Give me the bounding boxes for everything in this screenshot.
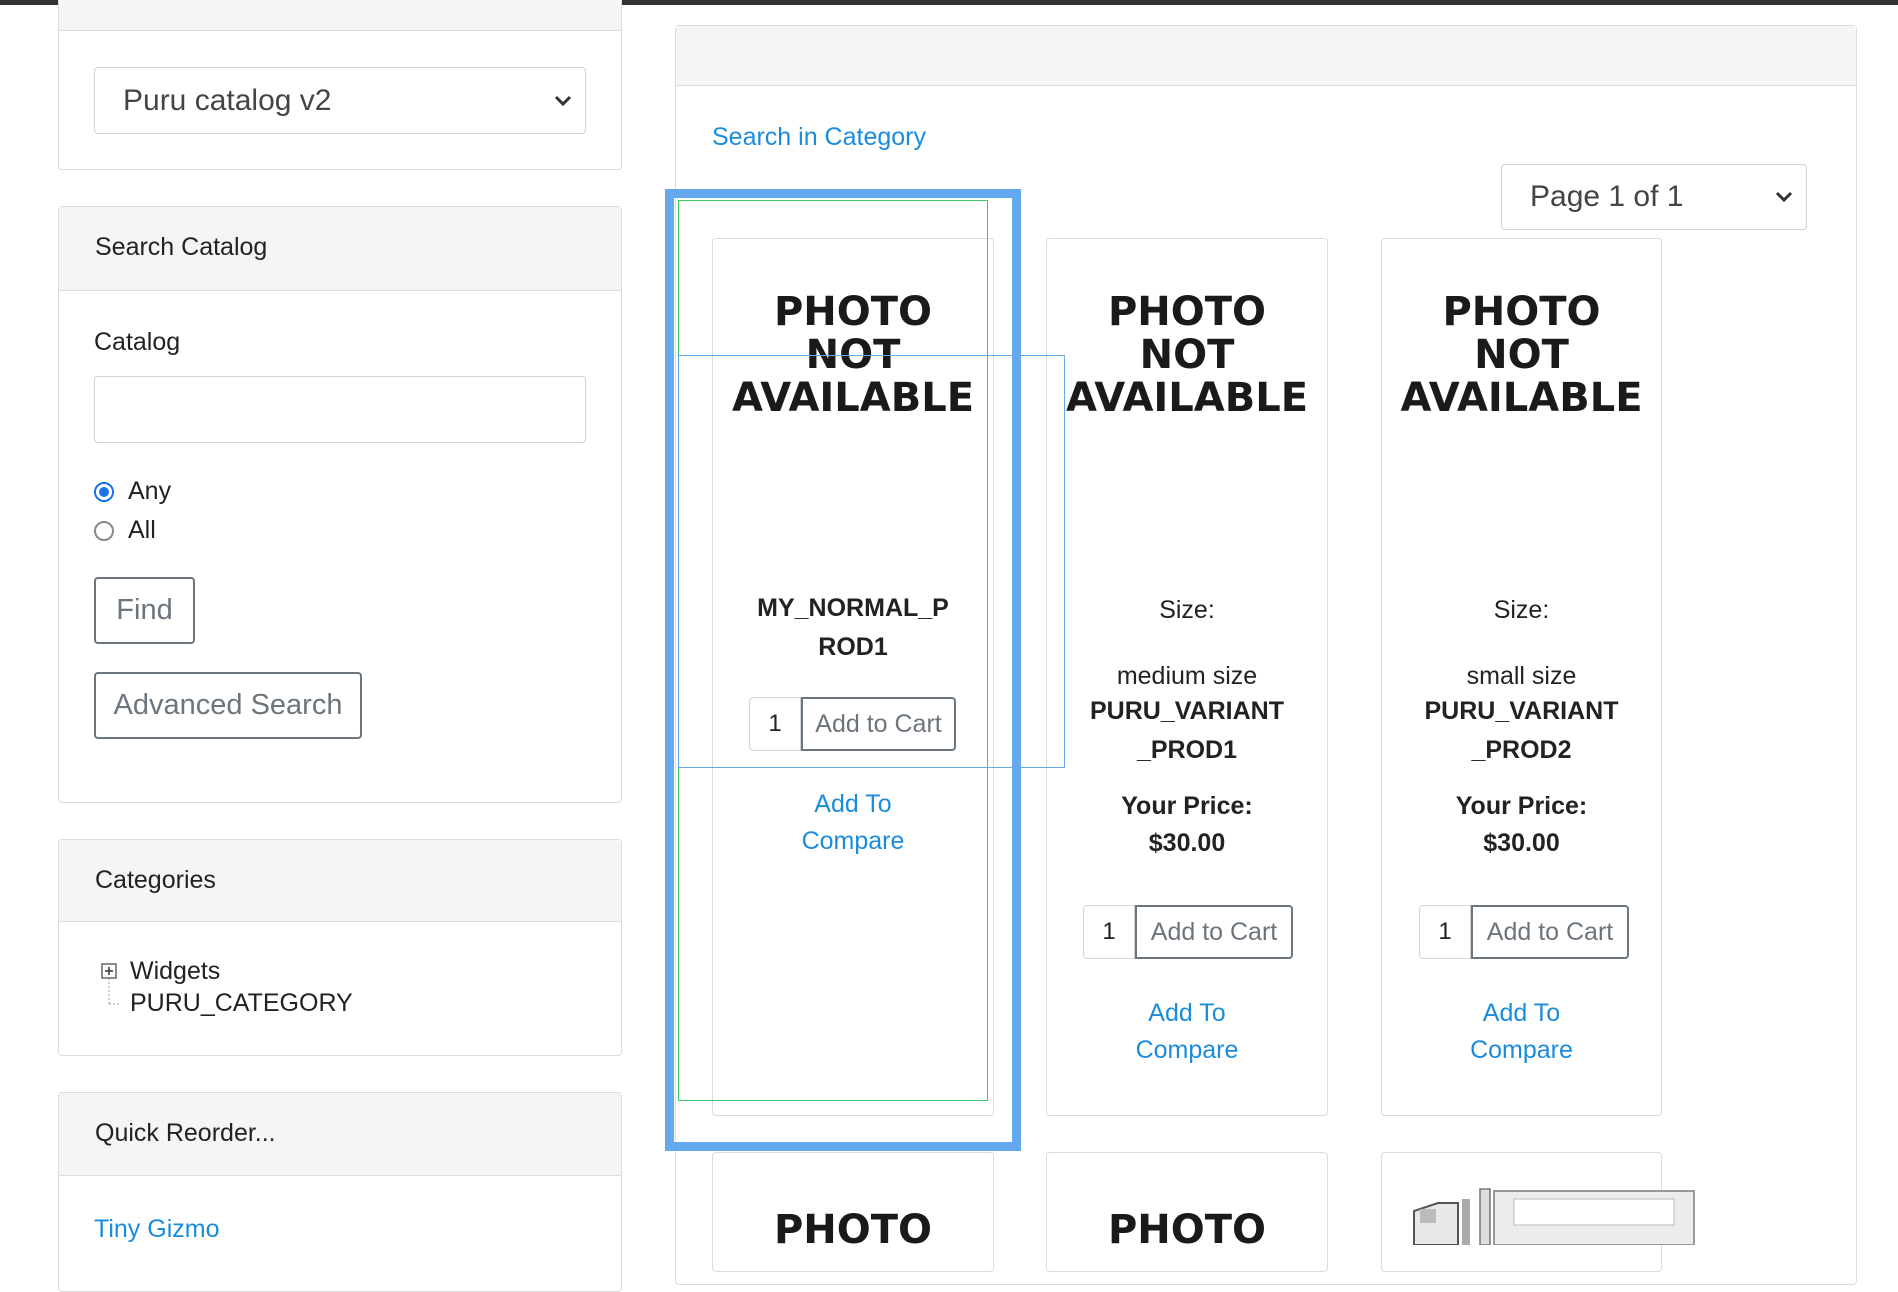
page-select-value: Page 1 of 1 bbox=[1530, 180, 1684, 213]
advanced-search-button[interactable]: Advanced Search bbox=[94, 672, 362, 739]
product-card: PHOTO bbox=[1046, 1152, 1328, 1272]
product-id[interactable]: PURU_VARIANT _PROD2 bbox=[1382, 692, 1661, 770]
product-id-line: PURU_VARIANT bbox=[1424, 697, 1619, 725]
size-value: small size bbox=[1466, 662, 1577, 690]
photo-line: PHOTO bbox=[1107, 289, 1267, 335]
categories-card: Categories bbox=[58, 839, 622, 1056]
advanced-search-label: Advanced Search bbox=[113, 689, 343, 721]
photo-line: NOT bbox=[1474, 332, 1569, 378]
size-label: Size: bbox=[1493, 596, 1550, 624]
price-label: Your Price: bbox=[1455, 792, 1588, 820]
product-card: PHOTO NOT AVAILABLE Size: medium size PU… bbox=[1046, 238, 1328, 1116]
product-card: PHOTO NOT AVAILABLE Size: small size PUR… bbox=[1381, 238, 1662, 1116]
radio-any-row[interactable]: Any bbox=[94, 477, 171, 506]
add-to-compare-link[interactable]: Add To Compare bbox=[1382, 995, 1661, 1069]
quick-reorder-item[interactable]: Tiny Gizmo bbox=[94, 1215, 219, 1244]
search-catalog-title: Search Catalog bbox=[95, 233, 268, 261]
size-label: Size: bbox=[1159, 596, 1215, 624]
add-to-cart-button[interactable]: Add to Cart bbox=[1471, 905, 1629, 959]
catalog-select[interactable]: Puru catalog v2 bbox=[94, 67, 586, 134]
compare-line: Add To bbox=[1148, 999, 1226, 1027]
price-value: $30.00 bbox=[1148, 829, 1226, 857]
quick-reorder-title: Quick Reorder... bbox=[95, 1119, 276, 1147]
product-id-line: PURU_VARIANT bbox=[1090, 697, 1284, 725]
price-value: $30.00 bbox=[1483, 829, 1560, 857]
price-label: Your Price: bbox=[1121, 792, 1253, 820]
chevron-down-icon bbox=[554, 95, 572, 106]
tree-expand-icon bbox=[101, 963, 121, 1005]
radio-all-row[interactable]: All bbox=[94, 516, 156, 545]
quantity-input[interactable]: 1 bbox=[1419, 905, 1471, 959]
catalog-select-card-header bbox=[59, 0, 621, 31]
categories-header: Categories bbox=[59, 840, 621, 922]
photo-not-available-image: PHOTO NOT AVAILABLE bbox=[1047, 291, 1327, 420]
search-in-category-link[interactable]: Search in Category bbox=[712, 123, 926, 152]
radio-all[interactable] bbox=[94, 520, 114, 541]
product-id[interactable]: PURU_VARIANT _PROD1 bbox=[1047, 692, 1327, 770]
search-catalog-header: Search Catalog bbox=[59, 207, 621, 291]
quantity-input[interactable]: 1 bbox=[1083, 905, 1135, 959]
highlight-blue-thin-box bbox=[678, 355, 1065, 768]
category-item-puru[interactable]: PURU_CATEGORY bbox=[130, 989, 353, 1018]
product-card bbox=[1381, 1152, 1695, 1272]
main-panel-header bbox=[676, 26, 1856, 86]
find-button[interactable]: Find bbox=[94, 577, 195, 644]
catalog-select-value: Puru catalog v2 bbox=[123, 83, 332, 117]
photo-line: PHOTO bbox=[1442, 289, 1601, 335]
compare-line: Compare bbox=[1470, 1036, 1573, 1064]
photo-not-available-image: PHOTO NOT AVAILABLE bbox=[1382, 291, 1661, 420]
add-to-cart-button[interactable]: Add to Cart bbox=[1135, 905, 1293, 959]
category-item-widgets[interactable]: Widgets bbox=[130, 957, 220, 986]
product-card: PHOTO bbox=[712, 1152, 994, 1272]
quick-reorder-card: Quick Reorder... bbox=[58, 1092, 622, 1292]
photo-line: AVAILABLE bbox=[1065, 375, 1309, 421]
compare-line: Compare bbox=[1135, 1036, 1239, 1064]
photo-line: PHOTO bbox=[773, 1207, 933, 1253]
truck-image bbox=[1413, 1188, 1695, 1245]
size-value: medium size bbox=[1116, 662, 1258, 690]
page-select[interactable]: Page 1 of 1 bbox=[1501, 164, 1807, 230]
photo-not-available-image: PHOTO bbox=[713, 1209, 993, 1252]
radio-any[interactable] bbox=[94, 481, 114, 502]
categories-title: Categories bbox=[95, 866, 216, 894]
photo-line: PHOTO bbox=[1107, 1207, 1267, 1253]
compare-line: Add To bbox=[1482, 999, 1561, 1027]
photo-not-available-image: PHOTO bbox=[1047, 1209, 1327, 1252]
radio-all-label: All bbox=[128, 516, 156, 544]
add-to-compare-link[interactable]: Add To Compare bbox=[1047, 995, 1327, 1069]
catalog-input[interactable] bbox=[94, 376, 586, 443]
product-id-line: _PROD1 bbox=[1136, 736, 1238, 764]
chevron-down-icon bbox=[1775, 191, 1793, 203]
photo-line: AVAILABLE bbox=[1400, 375, 1643, 421]
find-button-label: Find bbox=[116, 594, 173, 626]
product-id-line: _PROD2 bbox=[1471, 736, 1572, 764]
catalog-label: Catalog bbox=[94, 328, 181, 356]
photo-line: NOT bbox=[1139, 332, 1235, 378]
radio-any-label: Any bbox=[128, 477, 172, 505]
quick-reorder-header: Quick Reorder... bbox=[59, 1093, 621, 1176]
